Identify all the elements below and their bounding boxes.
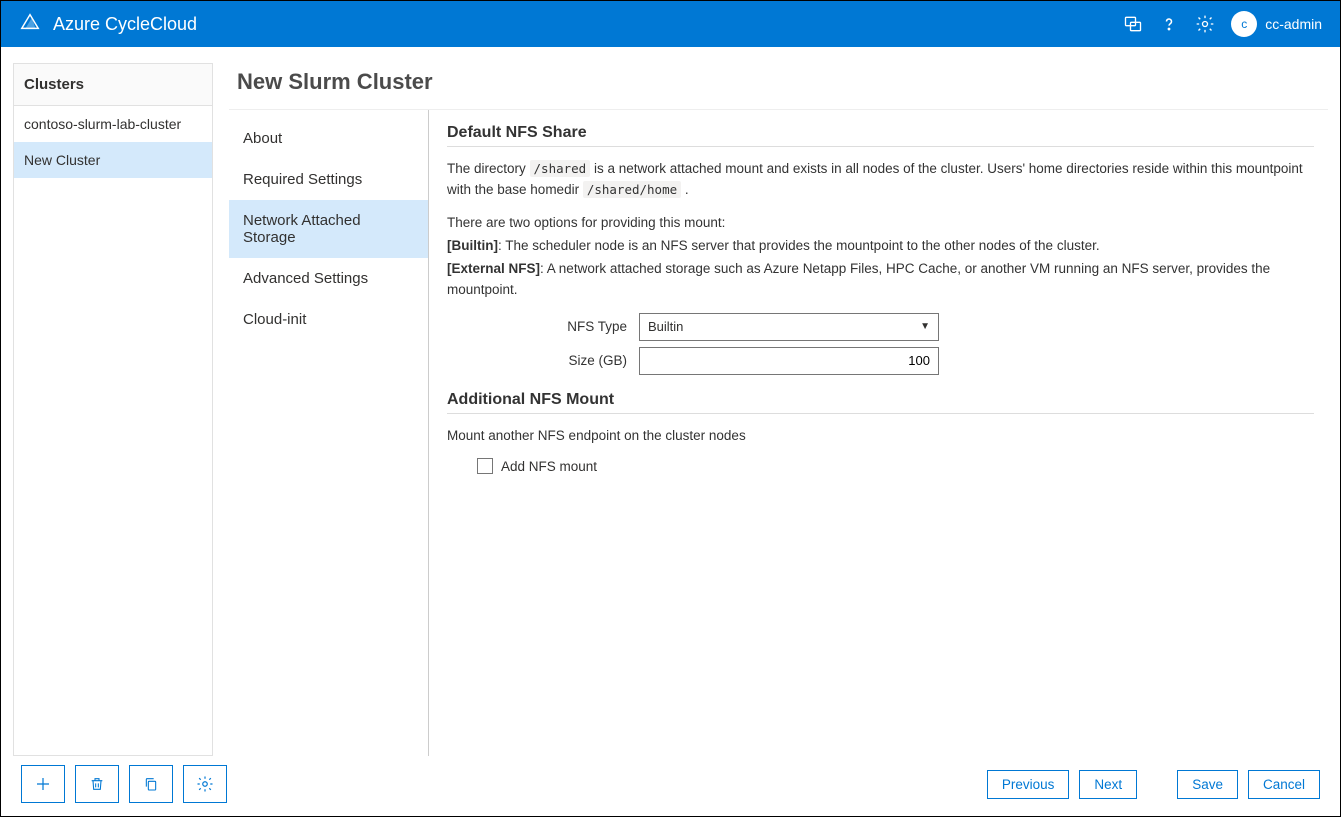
- delete-button[interactable]: [75, 765, 119, 803]
- path-shared-home: /shared/home: [583, 181, 681, 198]
- main: Clusters contoso-slurm-lab-cluster New C…: [1, 47, 1340, 756]
- add-nfs-mount-row[interactable]: Add NFS mount: [477, 458, 1314, 474]
- sidebar: Clusters contoso-slurm-lab-cluster New C…: [13, 63, 213, 756]
- path-shared: /shared: [530, 160, 591, 177]
- user-menu[interactable]: c cc-admin: [1231, 11, 1322, 37]
- settings-button[interactable]: [183, 765, 227, 803]
- topbar: Azure CycleCloud c cc-admin: [1, 1, 1340, 47]
- tab-network-attached-storage[interactable]: Network Attached Storage: [229, 200, 428, 258]
- sidebar-item-new-cluster[interactable]: New Cluster: [14, 142, 212, 178]
- nfs-type-value: Builtin: [648, 319, 683, 334]
- add-nfs-label: Add NFS mount: [501, 459, 597, 474]
- sidebar-item-contoso[interactable]: contoso-slurm-lab-cluster: [14, 106, 212, 142]
- tab-cloud-init[interactable]: Cloud-init: [229, 299, 428, 340]
- nfs-external-line: [External NFS]: A network attached stora…: [447, 259, 1314, 301]
- bottom-bar: Previous Next Save Cancel: [1, 752, 1340, 816]
- wizard-nav: About Required Settings Network Attached…: [229, 110, 429, 756]
- form-area: Default NFS Share The directory /shared …: [429, 110, 1328, 756]
- tab-required-settings[interactable]: Required Settings: [229, 159, 428, 200]
- size-input[interactable]: [639, 347, 939, 375]
- sidebar-header: Clusters: [14, 64, 212, 106]
- help-icon[interactable]: [1151, 6, 1187, 42]
- additional-desc: Mount another NFS endpoint on the cluste…: [447, 426, 1314, 447]
- copy-button[interactable]: [129, 765, 173, 803]
- next-button[interactable]: Next: [1079, 770, 1137, 799]
- page-title: New Slurm Cluster: [229, 63, 1328, 109]
- user-label: cc-admin: [1265, 16, 1322, 32]
- content: New Slurm Cluster About Required Setting…: [229, 63, 1328, 756]
- azure-logo-icon: [19, 11, 41, 38]
- add-nfs-checkbox[interactable]: [477, 458, 493, 474]
- brand[interactable]: Azure CycleCloud: [19, 11, 197, 38]
- size-label: Size (GB): [507, 353, 627, 368]
- section-default-nfs: Default NFS Share: [447, 124, 1314, 147]
- nfs-builtin-line: [Builtin]: The scheduler node is an NFS …: [447, 236, 1314, 257]
- app-title: Azure CycleCloud: [53, 14, 197, 35]
- tab-about[interactable]: About: [229, 118, 428, 159]
- avatar: c: [1231, 11, 1257, 37]
- settings-icon[interactable]: [1187, 6, 1223, 42]
- add-button[interactable]: [21, 765, 65, 803]
- feedback-icon[interactable]: [1115, 6, 1151, 42]
- nfs-desc-1: The directory /shared is a network attac…: [447, 159, 1314, 201]
- section-additional-nfs: Additional NFS Mount: [447, 391, 1314, 414]
- nfs-desc-2: There are two options for providing this…: [447, 213, 1314, 234]
- cancel-button[interactable]: Cancel: [1248, 770, 1320, 799]
- nfs-type-label: NFS Type: [507, 319, 627, 334]
- previous-button[interactable]: Previous: [987, 770, 1070, 799]
- tab-advanced-settings[interactable]: Advanced Settings: [229, 258, 428, 299]
- nfs-type-select[interactable]: Builtin ▼: [639, 313, 939, 341]
- chevron-down-icon: ▼: [920, 321, 930, 332]
- save-button[interactable]: Save: [1177, 770, 1238, 799]
